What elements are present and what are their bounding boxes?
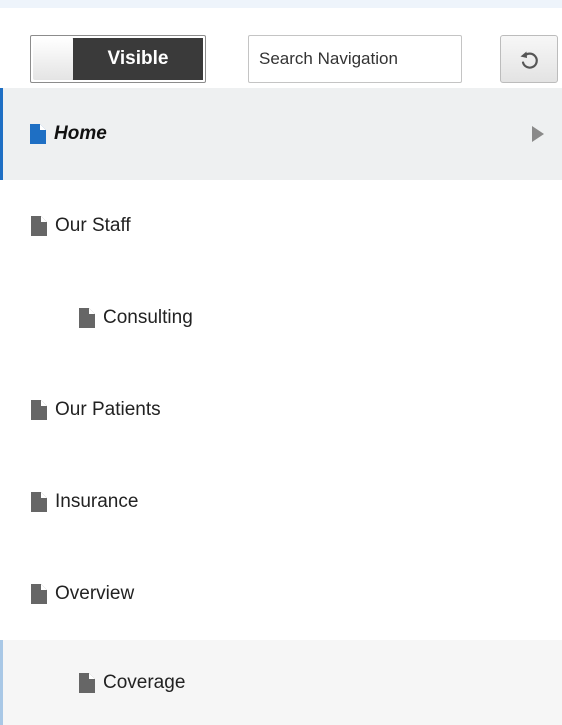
nav-item-label: Our Patients [55,399,161,420]
nav-item-overview[interactable]: Overview [0,548,562,640]
page-icon [31,584,47,604]
panel-top-border [0,0,562,8]
nav-item-label: Overview [55,583,135,604]
page-icon [30,124,46,144]
search-box[interactable] [248,35,462,83]
nav-item-home[interactable]: Home [0,88,562,180]
visibility-toggle[interactable]: Visible [30,35,206,83]
nav-item-label: Home [54,123,107,144]
page-icon [31,400,47,420]
nav-item-label: Our Staff [55,215,131,236]
navigation-toolbar: Visible [0,8,562,88]
page-icon [31,492,47,512]
expand-arrow-icon[interactable] [531,125,545,143]
refresh-icon [520,51,538,69]
navigation-panel: Visible Home Our Staff [0,0,562,725]
search-navigation-input[interactable] [249,36,461,82]
nav-item-consulting[interactable]: Consulting [0,272,562,364]
nav-item-coverage[interactable]: Coverage [0,640,562,725]
page-icon [79,308,95,328]
nav-item-label: Coverage [103,671,186,693]
toggle-knob[interactable] [33,38,74,80]
nav-item-our-patients[interactable]: Our Patients [0,364,562,456]
nav-item-label: Insurance [55,491,139,512]
nav-item-label: Consulting [103,307,193,328]
refresh-button[interactable] [500,35,558,83]
toggle-label: Visible [73,38,203,80]
nav-item-insurance[interactable]: Insurance [0,456,562,548]
page-icon [79,672,95,693]
page-icon [31,216,47,236]
nav-item-our-staff[interactable]: Our Staff [0,180,562,272]
